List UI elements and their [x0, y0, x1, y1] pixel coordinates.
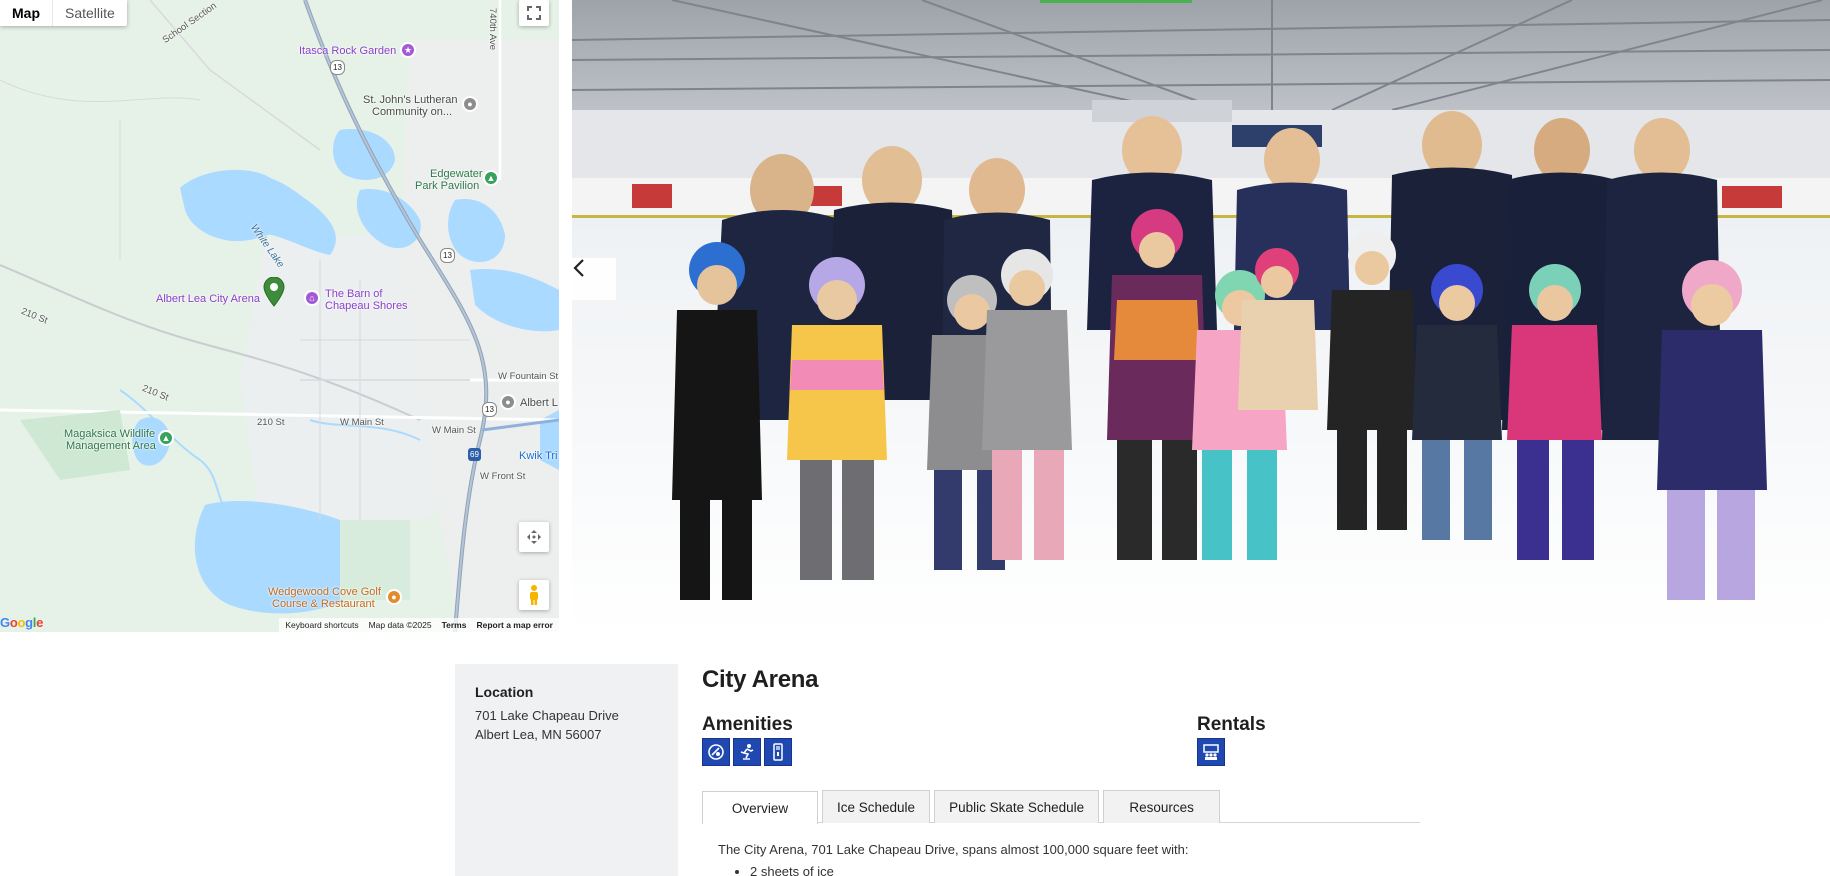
barn-pin-icon[interactable]: ⌂: [304, 290, 320, 306]
meeting-room-icon[interactable]: [1197, 738, 1225, 766]
pegman-icon: [530, 585, 538, 605]
address-line-2: Albert Lea, MN 56007: [475, 727, 602, 742]
street-view-pegman-button[interactable]: [519, 580, 549, 610]
hockey-puck-icon[interactable]: [702, 738, 730, 766]
address-line-1: 701 Lake Chapeau Drive: [475, 708, 619, 723]
road-wmain-3: W Main St: [432, 425, 476, 436]
keyboard-shortcuts-link[interactable]: Keyboard shortcuts: [285, 620, 358, 630]
albert-pin-icon[interactable]: ●: [500, 394, 516, 410]
fullscreen-button[interactable]: [519, 0, 549, 26]
map-data-text: Map data ©2025: [368, 620, 432, 630]
road-wfront: W Front St: [480, 471, 526, 482]
road-wmain-2: W Main St: [340, 417, 384, 428]
poi-wedgewood-2[interactable]: Course & Restaurant: [272, 598, 375, 611]
hwy-13-shield-icon: 13: [482, 402, 497, 417]
info-tabs: Overview Ice Schedule Public Skate Sched…: [702, 790, 1420, 824]
amenities-heading: Amenities: [702, 714, 793, 735]
tab-resources[interactable]: Resources: [1103, 790, 1221, 823]
amenities-icons: [702, 738, 792, 766]
rentals-icons: [1197, 738, 1225, 766]
overview-description: The City Arena, 701 Lake Chapeau Drive, …: [718, 842, 1189, 857]
skater-icon[interactable]: [733, 738, 761, 766]
map-type-toggle[interactable]: Map Satellite: [0, 0, 127, 26]
map-panel[interactable]: ★ Itasca Rock Garden ● St. John's Luther…: [0, 0, 559, 632]
list-item: 2 sheets of ice: [750, 863, 1188, 876]
report-map-error-link[interactable]: Report a map error: [476, 620, 553, 630]
map-type-map-button[interactable]: Map: [0, 0, 52, 26]
tab-overview[interactable]: Overview: [702, 791, 818, 824]
carousel-prev-button[interactable]: [572, 258, 616, 300]
map-footer: Keyboard shortcuts Map data ©2025 Terms …: [279, 618, 559, 632]
google-logo: Google: [0, 615, 44, 630]
chevron-left-icon: [573, 259, 584, 277]
photo-carousel[interactable]: [572, 0, 1830, 632]
hwy-13-shield-icon: 13: [440, 248, 455, 263]
feature-list: 2 sheets of ice: [750, 863, 1188, 876]
road-wfountain: W Fountain St: [498, 371, 559, 382]
hwy-13-shield-icon: 13: [330, 60, 345, 75]
golf-pin-icon[interactable]: ●: [386, 589, 402, 605]
arena-group-photo: [572, 0, 1830, 632]
wildlife-pin-icon[interactable]: ▲: [158, 430, 174, 446]
camera-control-icon: [527, 530, 541, 544]
poi-st-johns-2[interactable]: Community on...: [372, 106, 452, 119]
arena-marker-icon[interactable]: [263, 276, 285, 307]
road-wmain-1: 210 St: [257, 417, 285, 428]
page-title: City Arena: [702, 666, 819, 693]
poi-barn-2[interactable]: Chapeau Shores: [325, 300, 408, 313]
terms-link[interactable]: Terms: [442, 620, 467, 630]
location-sidebar: Location 701 Lake Chapeau Drive Albert L…: [455, 664, 678, 876]
main-content: City Arena Amenities Rentals Overview Ic…: [702, 664, 1422, 876]
rentals-heading: Rentals: [1197, 714, 1266, 735]
road-740th: 740th Ave: [487, 8, 498, 51]
tab-ice-schedule[interactable]: Ice Schedule: [822, 790, 931, 823]
map-type-satellite-button[interactable]: Satellite: [52, 0, 127, 26]
tab-public-skate-schedule[interactable]: Public Skate Schedule: [934, 790, 1100, 823]
park-pin-icon[interactable]: ▲: [483, 170, 499, 186]
locker-icon[interactable]: [764, 738, 792, 766]
itasca-pin-icon[interactable]: ★: [400, 42, 416, 58]
camera-control-button[interactable]: [519, 522, 549, 552]
poi-itasca[interactable]: Itasca Rock Garden: [299, 45, 396, 58]
poi-magaksica-2[interactable]: Management Area: [66, 440, 156, 453]
church-pin-icon[interactable]: ●: [462, 96, 478, 112]
poi-city-arena[interactable]: Albert Lea City Arena: [156, 293, 260, 306]
hwy-69-shield-icon: 69: [468, 448, 481, 461]
poi-albert-l[interactable]: Albert L: [520, 397, 558, 410]
map-canvas[interactable]: [0, 0, 559, 632]
fullscreen-icon: [527, 6, 541, 20]
location-heading: Location: [475, 684, 534, 700]
poi-edgewater-2[interactable]: Park Pavilion: [415, 180, 479, 193]
poi-kwik-trip[interactable]: Kwik Tri: [519, 450, 558, 463]
carousel-progress-bar: [1040, 0, 1192, 3]
overview-content: The City Arena, 701 Lake Chapeau Drive, …: [718, 841, 1188, 876]
